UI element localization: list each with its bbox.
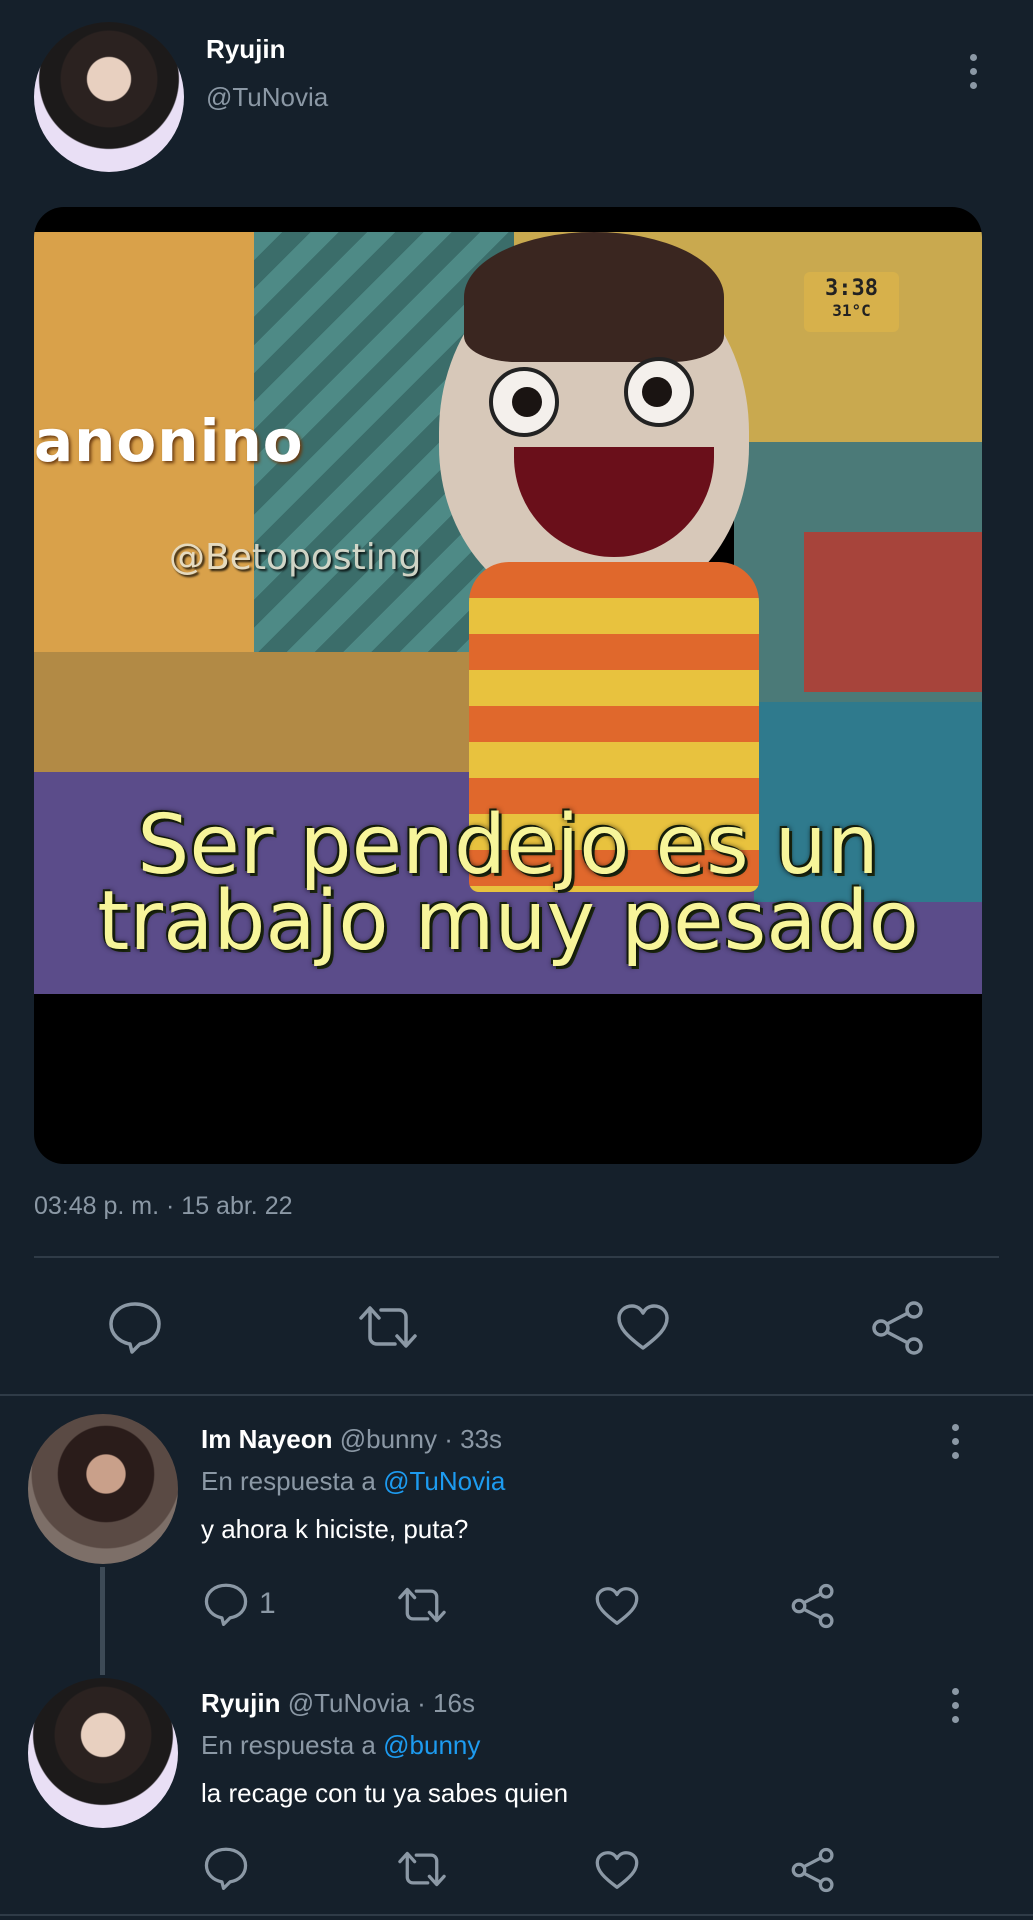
divider [0, 1914, 1033, 1916]
retweet-icon[interactable] [355, 1302, 421, 1352]
reply-2-text: la recage con tu ya sabes quien [201, 1778, 569, 1808]
meme-clock-temp: 31°C [832, 301, 871, 320]
reply-1-in-reply-to: En respuesta a @TuNovia [201, 1466, 505, 1497]
reply-2-in-reply-to: En respuesta a @bunny [201, 1730, 480, 1761]
author-avatar[interactable] [34, 22, 184, 172]
reply-1-mention[interactable]: @TuNovia [383, 1466, 505, 1496]
reply-1-like-icon[interactable] [594, 1585, 640, 1627]
tweet-media[interactable]: anonino @Betoposting 3:38 31°C Ser pende… [34, 207, 982, 1164]
reply-2-avatar[interactable] [28, 1678, 178, 1828]
reply-2-header: Ryujin @TuNovia · 16s [201, 1688, 475, 1719]
reply-1-retweet-icon[interactable] [395, 1584, 449, 1626]
reply-2-like-icon[interactable] [594, 1849, 640, 1891]
meme-image: anonino @Betoposting 3:38 31°C Ser pende… [34, 232, 982, 994]
meme-clock: 3:38 31°C [804, 272, 899, 332]
reply-icon[interactable] [107, 1300, 163, 1354]
meme-box-text: anonino [34, 407, 304, 475]
meme-watermark: @Betoposting [169, 537, 422, 578]
reply-1-in-reply-prefix: En respuesta a [201, 1466, 376, 1496]
author-display-name[interactable]: Ryujin [206, 34, 285, 65]
reply-1-avatar[interactable] [28, 1414, 178, 1564]
reply-1-share-icon[interactable] [790, 1583, 836, 1629]
reply-2-share-icon[interactable] [790, 1847, 836, 1893]
more-options-icon[interactable] [966, 54, 980, 89]
reply-2-mention[interactable]: @bunny [383, 1730, 480, 1760]
author-handle[interactable]: @TuNovia [206, 82, 328, 113]
like-icon[interactable] [615, 1302, 671, 1352]
reply-1-more-options-icon[interactable] [948, 1424, 962, 1459]
thread-connector [100, 1567, 105, 1675]
reply-2-handle-time[interactable]: @TuNovia · 16s [288, 1688, 475, 1718]
reply-2-retweet-icon[interactable] [395, 1848, 449, 1890]
reply-1-reply-button[interactable]: 1 [203, 1582, 276, 1626]
reply-2-in-reply-prefix: En respuesta a [201, 1730, 376, 1760]
reply-1-text: y ahora k hiciste, puta? [201, 1514, 469, 1544]
share-icon[interactable] [870, 1300, 926, 1356]
reply-icon [204, 1583, 248, 1626]
reply-2-display-name[interactable]: Ryujin [201, 1688, 280, 1718]
reply-1-header: Im Nayeon @bunny · 33s [201, 1424, 502, 1455]
reply-2-reply-icon[interactable] [203, 1846, 249, 1890]
meme-caption-line-2: trabajo muy pesado [97, 874, 919, 969]
reply-1-reply-count: 1 [259, 1587, 276, 1620]
divider [0, 1394, 1033, 1396]
reply-2-more-options-icon[interactable] [948, 1688, 962, 1723]
meme-clock-time: 3:38 [825, 276, 878, 301]
tweet-timestamp[interactable]: 03:48 p. m. · 15 abr. 22 [34, 1192, 293, 1221]
divider [34, 1256, 999, 1258]
reply-1-display-name[interactable]: Im Nayeon [201, 1424, 333, 1454]
reply-1-handle-time[interactable]: @bunny · 33s [340, 1424, 502, 1454]
